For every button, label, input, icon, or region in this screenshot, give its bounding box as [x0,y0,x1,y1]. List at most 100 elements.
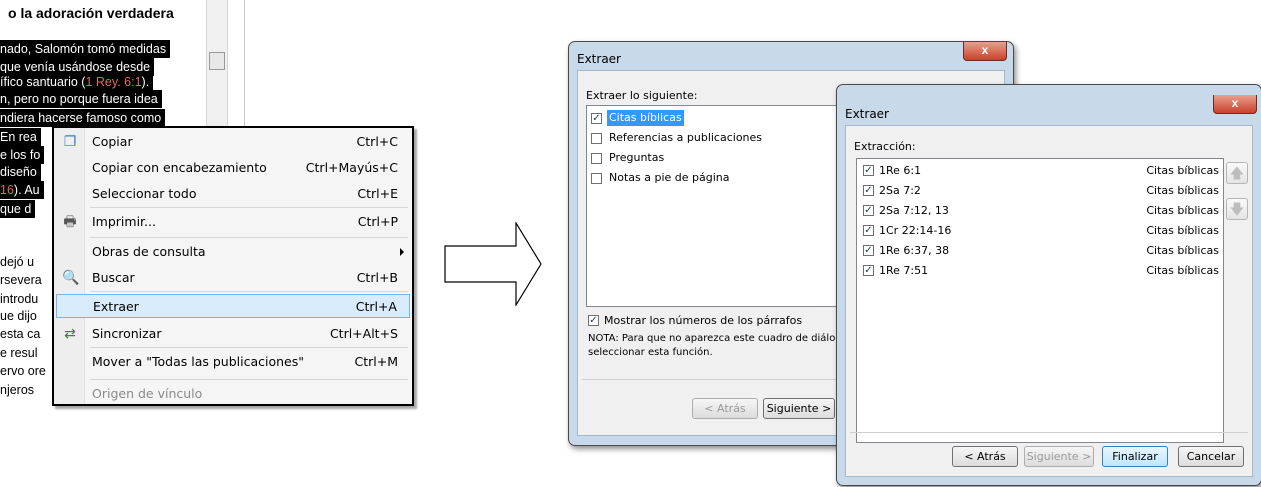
extraction-row[interactable]: ✓ 1Re 6:37, 38 Citas bíblicas [861,241,1223,261]
menu-item-buscar[interactable]: 🔍 Buscar Ctrl+B [56,266,410,290]
extraction-checkbox[interactable]: ✓ [863,185,874,196]
scripture-reference-link[interactable]: 16 [0,183,14,197]
document-line[interactable]: n, pero no porque fuera idea [0,90,162,108]
line-text: e los fo [0,148,41,162]
back-button[interactable]: < Atrás [692,398,758,419]
extraction-checkbox[interactable]: ✓ [863,245,874,256]
search-icon: 🔍 [62,270,80,286]
sync-icon: ⇄ [64,326,76,342]
close-button[interactable]: x [1213,95,1257,114]
menu-item-extraer[interactable]: Extraer Ctrl+A [56,294,410,318]
line-text: ífico santuario ( [0,75,86,89]
menu-item-label: Sincronizar [92,326,162,341]
menu-separator [90,379,408,380]
menu-item-obras-de-consulta[interactable]: Obras de consulta [56,240,410,264]
extraction-checkbox[interactable]: ✓ [863,205,874,216]
dialog-body: Extracción: ✓ 1Re 6:1 Citas bíblicas ✓ 2Sa 7… [845,125,1253,477]
show-paragraphs-label[interactable]: Mostrar los números de los párrafos [604,314,802,327]
document-line[interactable]: que d [0,200,36,218]
document-line[interactable]: nado, Salomón tomó medidas [0,40,171,58]
document-line[interactable]: ervo ore [0,362,46,380]
option-label: Preguntas [609,151,665,164]
back-button[interactable]: < Atrás [952,446,1018,467]
line-text: ndiera hacerse famoso como [0,111,162,125]
menu-item-label: Seleccionar todo [92,186,197,201]
menu-item-seleccionar-todo[interactable]: Seleccionar todo Ctrl+E [56,182,410,206]
menu-item-label: Mover a "Todas las publicaciones" [92,354,305,369]
document-line[interactable]: diseño [0,163,41,181]
menu-separator [90,207,408,208]
extraction-type: Citas bíblicas [1146,184,1219,197]
document-line[interactable]: 16). Au [0,181,44,199]
menu-item-mover-a-todas-las-publicaciones[interactable]: Mover a "Todas las publicaciones" Ctrl+M [56,350,410,374]
extraction-row[interactable]: ✓ 2Sa 7:2 Citas bíblicas [861,181,1223,201]
move-down-button[interactable]: 🡇 [1226,198,1248,220]
document-line[interactable]: rsevera [0,271,42,289]
show-paragraphs-checkbox[interactable]: ✓ [588,315,599,326]
option-label: Notas a pie de página [609,171,730,184]
document-line[interactable]: e resul [0,344,38,362]
option-checkbox[interactable] [591,133,602,144]
line-text: njeros [0,383,35,397]
option-checkbox[interactable] [591,173,602,184]
menu-item-shortcut: Ctrl+A [355,299,397,314]
menu-item-label: Buscar [92,270,135,285]
scripture-reference-link[interactable]: 1 Rey. 6:1 [85,75,141,89]
line-text: introdu [0,292,39,306]
document-line[interactable]: e los fo [0,146,45,164]
menu-item-copiar-con-encabezamiento[interactable]: Copiar con encabezamiento Ctrl+Mayús+C [56,156,410,180]
extraction-row[interactable]: ✓ 1Re 7:51 Citas bíblicas [861,261,1223,281]
extraction-row[interactable]: ✓ 2Sa 7:12, 13 Citas bíblicas [861,201,1223,221]
document-line[interactable]: ífico santuario (1 Rey. 6:1). [0,73,154,91]
menu-separator [90,291,408,292]
extraction-row[interactable]: ✓ 1Re 6:1 Citas bíblicas [861,161,1223,181]
document-line[interactable]: En rea [0,128,41,146]
option-checkbox[interactable] [591,153,602,164]
document-line[interactable]: ndiera hacerse famoso como [0,109,166,127]
pane-divider [244,0,245,130]
menu-separator [90,237,408,238]
extract-results-dialog: Extraer x Extracción: ✓ 1Re 6:1 Citas bíbl… [836,84,1261,486]
close-button[interactable]: x [963,42,1007,61]
document-line[interactable]: dejó u [0,253,34,271]
document-line[interactable]: esta ca [0,325,40,343]
line-text: esta ca [0,327,41,341]
menu-item-sincronizar[interactable]: ⇄ Sincronizar Ctrl+Alt+S [56,322,410,346]
document-line[interactable]: njeros [0,381,34,399]
extraction-list[interactable]: ✓ 1Re 6:1 Citas bíblicas ✓ 2Sa 7:2 Citas bíbl… [856,158,1224,443]
menu-item-label: Origen de vínculo [92,386,203,401]
extraction-type: Citas bíblicas [1146,264,1219,277]
menu-item-imprimir[interactable]: 🖶 Imprimir... Ctrl+P [56,210,410,234]
option-checkbox[interactable]: ✓ [591,113,602,124]
document-line[interactable]: ue dijo [0,307,37,325]
line-text: nado, Salomón tomó medidas [0,42,167,56]
finish-button[interactable]: Finalizar [1102,446,1168,467]
next-button[interactable]: Siguiente > [1024,446,1094,467]
extraction-reference: 2Sa 7:2 [879,184,921,197]
extraction-checkbox[interactable]: ✓ [863,225,874,236]
menu-item-label: Imprimir... [92,214,156,229]
next-button[interactable]: Siguiente > [763,398,835,419]
line-text: En rea [0,130,37,144]
extraction-section-label: Extracción: [854,140,916,153]
cancel-button[interactable]: Cancelar [1178,446,1244,467]
dialog-title: Extraer [845,107,889,121]
extraction-reference: 1Cr 22:14-16 [879,224,952,237]
menu-item-origen-de-vínculo[interactable]: Origen de vínculo [56,382,410,406]
extraction-row[interactable]: ✓ 1Cr 22:14-16 Citas bíblicas [861,221,1223,241]
extraction-checkbox[interactable]: ✓ [863,265,874,276]
line-text: diseño [0,165,37,179]
arrow-up-icon: 🡅 [1229,165,1245,181]
line-text: rsevera [0,273,42,287]
extraction-checkbox[interactable]: ✓ [863,165,874,176]
menu-item-label: Copiar [92,134,133,149]
menu-item-label: Extraer [93,299,139,314]
note-text-2: seleccionar esta función. [588,347,713,358]
document-line[interactable]: introdu [0,290,38,308]
scrollbar-thumb[interactable] [209,52,225,70]
move-up-button[interactable]: 🡅 [1226,162,1248,184]
menu-item-copiar[interactable]: ❐ Copiar Ctrl+C [56,130,410,154]
right-arrow-icon [444,222,542,306]
menu-item-shortcut: Ctrl+B [356,270,398,285]
line-text: que d [0,202,32,216]
